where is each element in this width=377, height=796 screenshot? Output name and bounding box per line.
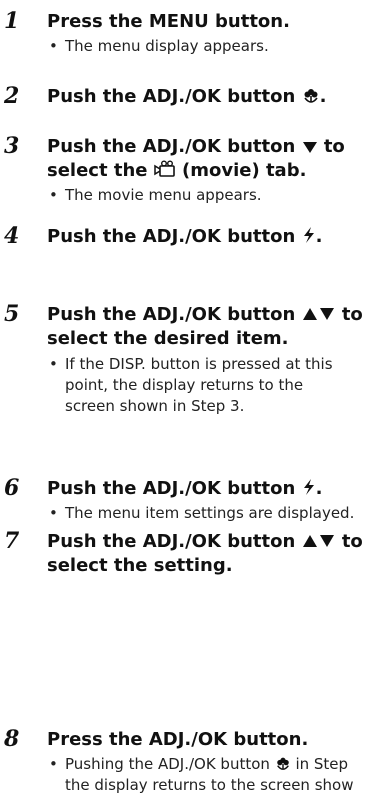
step-number: 8 <box>4 726 20 752</box>
step-note: • If the DISP. button is pressed at this … <box>49 355 333 415</box>
up-down-triangles-icon <box>302 535 334 547</box>
step-title: Press the ADJ./OK button. <box>47 729 309 750</box>
macro-flower-icon <box>303 89 318 103</box>
step-title: Push the ADJ./OK button . <box>47 86 327 107</box>
step-number: 1 <box>4 8 20 34</box>
macro-flower-icon <box>276 757 289 770</box>
step-number: 5 <box>4 301 20 327</box>
step-number: 6 <box>4 475 20 501</box>
step-title: Push the ADJ./OK button to select the se… <box>47 531 363 576</box>
step-title: Push the ADJ./OK button to select the de… <box>47 304 363 349</box>
movie-camera-icon <box>153 160 175 177</box>
step-note: • The movie menu appears. <box>49 186 262 204</box>
down-triangle-icon <box>302 142 317 153</box>
step-note: • The menu item settings are displayed. <box>49 504 355 522</box>
step-number: 7 <box>4 528 20 554</box>
step-title: Press the MENU button. <box>47 11 290 32</box>
step-title: Push the ADJ./OK button to select the (m… <box>47 136 345 181</box>
up-down-triangles-icon <box>302 308 334 320</box>
step-number: 2 <box>4 83 20 109</box>
step-title: Push the ADJ./OK button . <box>47 226 323 247</box>
step-number: 4 <box>4 223 20 249</box>
step-note: • Pushing the ADJ./OK button in Step the … <box>49 755 354 794</box>
step-number: 3 <box>4 133 20 159</box>
flash-icon <box>303 227 314 243</box>
step-note: • The menu display appears. <box>49 37 269 55</box>
flash-icon <box>303 479 314 495</box>
step-title: Push the ADJ./OK button . <box>47 478 323 499</box>
